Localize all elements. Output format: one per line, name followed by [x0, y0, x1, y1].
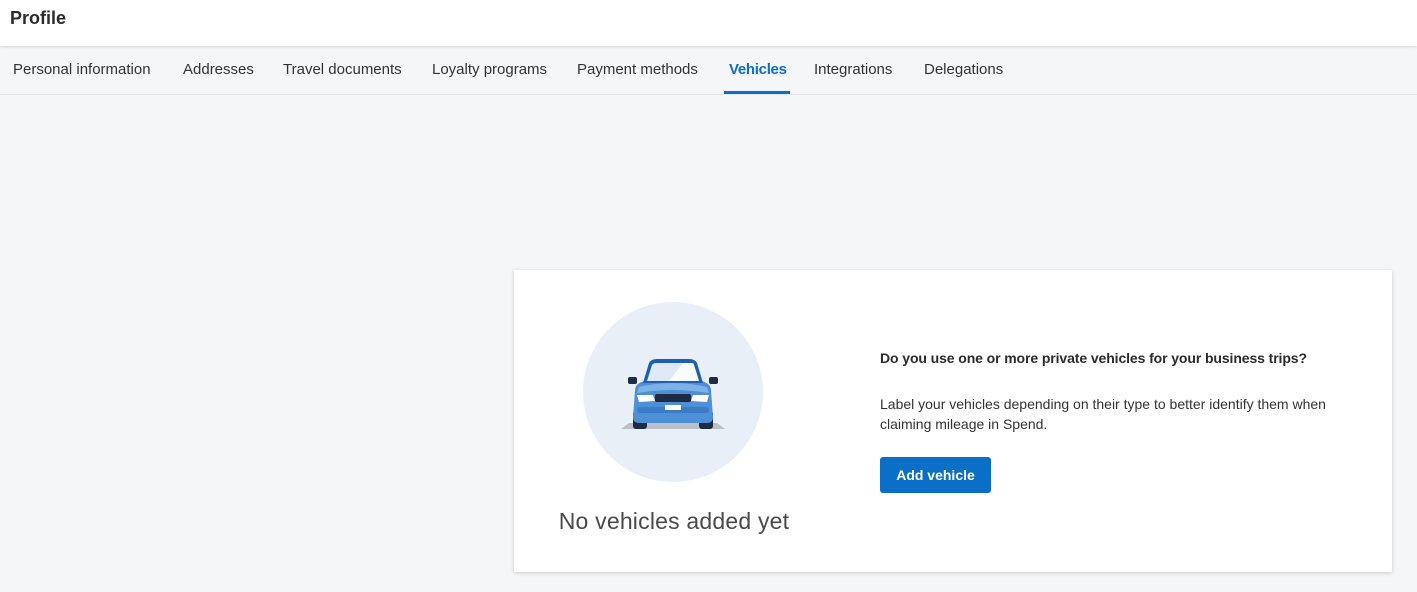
tab-personal-information[interactable]: Personal information [13, 46, 151, 94]
tab-delegations[interactable]: Delegations [924, 46, 1003, 94]
tab-integrations[interactable]: Integrations [814, 46, 892, 94]
tab-loyalty-programs[interactable]: Loyalty programs [432, 46, 547, 94]
empty-state-title: No vehicles added yet [558, 508, 790, 534]
car-icon [621, 359, 725, 429]
tab-addresses[interactable]: Addresses [183, 46, 254, 94]
tab-vehicles[interactable]: Vehicles [724, 46, 790, 94]
page-header: Profile [0, 0, 1417, 46]
empty-state-description: Label your vehicles depending on their t… [880, 396, 1326, 432]
page-title: Profile [10, 8, 67, 28]
empty-state-card: No vehicles added yet Do you use one or … [514, 270, 1392, 572]
tab-payment-methods[interactable]: Payment methods [577, 46, 698, 94]
empty-state-question: Do you use one or more private vehicles … [880, 350, 1307, 366]
add-vehicle-button[interactable]: Add vehicle [880, 457, 991, 493]
car-illustration [583, 302, 763, 482]
profile-tabs: Personal information Addresses Travel do… [0, 46, 1417, 95]
tab-travel-documents[interactable]: Travel documents [283, 46, 402, 94]
